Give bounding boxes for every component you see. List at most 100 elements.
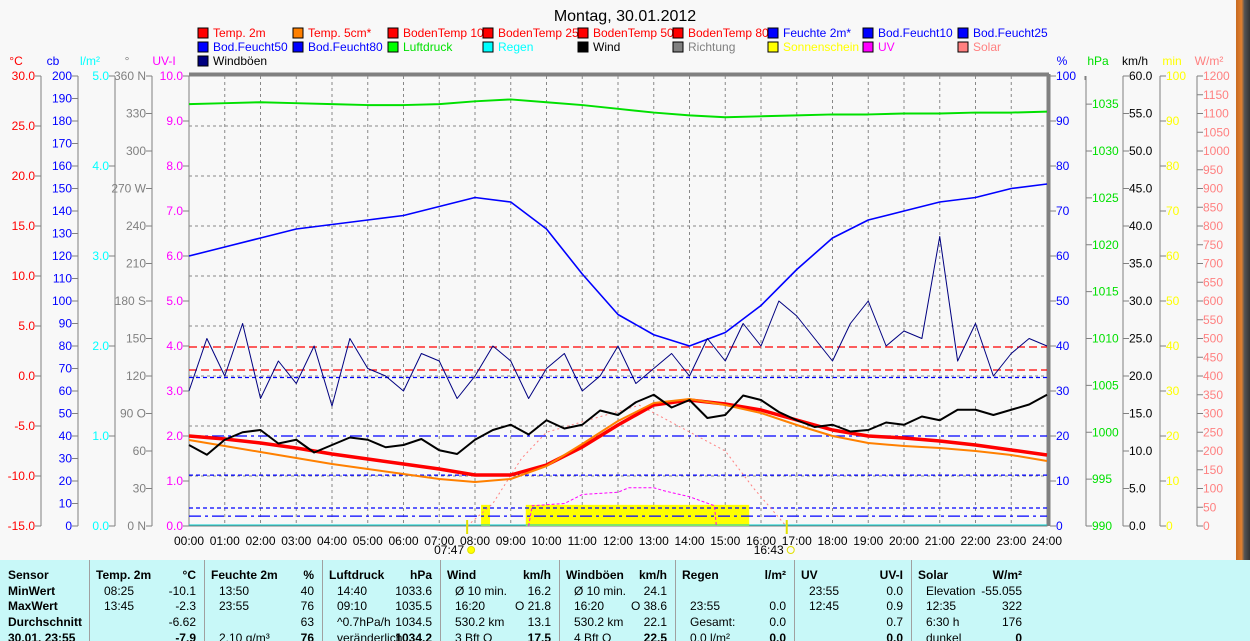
stats-cell: 0.0 xyxy=(769,599,786,613)
axis-tick-label: 100 xyxy=(1166,69,1186,83)
axis-tick-label: 25.0 xyxy=(12,119,36,133)
stats-cell: 24.1 xyxy=(643,584,667,598)
x-tick-label: 10:00 xyxy=(531,534,561,548)
axis-tick-label: 60 xyxy=(133,444,147,458)
stats-cell: Durchschnitt xyxy=(8,615,83,629)
axis-tick-label: 90 xyxy=(1056,114,1070,128)
stats-cell: 0 xyxy=(1015,631,1022,641)
x-tick-label: 09:00 xyxy=(496,534,526,548)
axis-tick-label: -15.0 xyxy=(8,519,36,533)
stats-cell: 6:30 h xyxy=(926,615,960,629)
axis-tick-label: 0 xyxy=(65,519,72,533)
legend-item: Sonnenschein xyxy=(767,40,859,54)
axis-unit: l/m² xyxy=(80,54,100,68)
axis-tick-label: 110 xyxy=(53,272,72,286)
axis-tick-label: 60 xyxy=(59,384,73,398)
axis-tick-label: 700 xyxy=(1203,257,1223,271)
axis-tick-label: 9.0 xyxy=(166,114,183,128)
stats-column: Feuchte 2m% 13:50 40 23:55 76 63 2.10 g/m³ 76 xyxy=(205,560,323,641)
legend-label: Wind xyxy=(593,40,620,54)
legend-label: Richtung xyxy=(688,40,735,54)
axis-tick-label: 160 xyxy=(52,159,72,173)
stats-cell: 0.0 xyxy=(886,631,903,641)
x-tick-label: 13:00 xyxy=(639,534,669,548)
stats-cell: 40 xyxy=(300,584,314,598)
legend-label: Windböen xyxy=(213,54,267,68)
legend-swatch xyxy=(862,27,874,39)
stats-cell: °C xyxy=(182,568,196,582)
axis-tick-label: -10.0 xyxy=(8,469,36,483)
axis-tick-label: 4.0 xyxy=(92,159,109,173)
stats-cell: 2.10 g/m³ xyxy=(219,631,270,641)
axis-tick-label: 1035 xyxy=(1092,97,1119,111)
axis-tick-label: 25.0 xyxy=(1129,332,1153,346)
axis-tick-label: 100 xyxy=(1056,69,1076,83)
stats-cell: Gesamt: xyxy=(690,615,736,629)
stats-cell: 3 Bft O xyxy=(455,631,493,641)
stats-cell: veränderlich xyxy=(337,631,403,641)
legend-swatch xyxy=(672,27,684,39)
legend-swatch xyxy=(197,55,209,67)
legend-item: Regen xyxy=(482,40,533,54)
legend-label: Temp. 2m xyxy=(213,26,266,40)
x-tick-label: 07:00 xyxy=(424,534,454,548)
legend-label: Sonnenschein xyxy=(783,40,859,54)
axis-tick-label: -5.0 xyxy=(14,419,35,433)
x-tick-label: 11:00 xyxy=(568,534,597,548)
axis-tick-label: 50 xyxy=(1166,294,1180,308)
axis-tick-label: 60.0 xyxy=(1129,69,1153,83)
axis-tick-label: 10.0 xyxy=(12,269,36,283)
axis-tick-label: 50.0 xyxy=(1129,144,1153,158)
stats-column: Sensor MinWert MaxWert Durchschnitt 30.01. 2… xyxy=(0,560,90,641)
axis-tick-label: 40 xyxy=(1166,339,1180,353)
legend-label: BodenTemp 10 xyxy=(403,26,484,40)
stats-cell: W/m² xyxy=(992,568,1022,582)
stats-cell: 1034.5 xyxy=(395,615,432,629)
legend-label: Feuchte 2m* xyxy=(783,26,851,40)
stats-cell: 08:25 xyxy=(104,584,135,598)
axis-tick-label: 20.0 xyxy=(12,169,36,183)
stats-cell: -6.62 xyxy=(168,615,196,629)
stats-cell: Solar xyxy=(918,568,949,582)
axis-tick-label: 1025 xyxy=(1092,191,1119,205)
legend-swatch xyxy=(387,41,399,53)
stats-column: Wind km/h Ø 10 min. 16.2 16:20 O 21.8 530.2 km… xyxy=(441,560,560,641)
axis-tick-label: 10.0 xyxy=(1129,444,1153,458)
stats-column: Windböen km/h Ø 10 min. 24.1 16:20 O 38.6 530.… xyxy=(560,560,676,641)
axis-tick-label: 70 xyxy=(1166,204,1180,218)
axis-tick-label: 180 S xyxy=(115,294,146,308)
legend-item: Bod.Feucht25 xyxy=(957,26,1048,40)
x-tick-label: 20:00 xyxy=(889,534,919,548)
axis-tick-label: 0 xyxy=(1056,519,1063,533)
axis-tick-label: 60 xyxy=(1166,249,1180,263)
stats-cell: 176 xyxy=(1001,615,1022,629)
axis-tick-label: 1200 xyxy=(1203,69,1230,83)
stats-cell: Feuchte 2m xyxy=(211,568,278,582)
stats-cell: MaxWert xyxy=(8,599,58,613)
legend-swatch xyxy=(482,41,494,53)
axis-tick-label: 650 xyxy=(1203,275,1223,289)
stats-cell: 76 xyxy=(300,631,314,641)
stats-cell: -55.055 xyxy=(981,584,1022,598)
axis-tick-label: 10 xyxy=(59,497,73,511)
axis-tick-label: 20.0 xyxy=(1129,369,1153,383)
axis-tick-label: 7.0 xyxy=(166,204,183,218)
legend-item: Temp. 2m xyxy=(197,26,266,40)
x-tick-label: 21:00 xyxy=(925,534,955,548)
stats-cell: 23:55 xyxy=(690,599,721,613)
stats-cell: 76 xyxy=(300,599,314,613)
stats-cell: -10.1 xyxy=(168,584,196,598)
axis-tick-label: 15.0 xyxy=(12,219,36,233)
legend-label: Solar xyxy=(973,40,1001,54)
axis-tick-label: 210 xyxy=(126,257,146,271)
axis-tick-label: 0.0 xyxy=(1129,519,1146,533)
axis-tick-label: 330 xyxy=(126,107,146,121)
stats-cell: Temp. 2m xyxy=(96,568,152,582)
legend: Temp. 2m Temp. 5cm* BodenTemp 10 BodenTemp … xyxy=(197,26,1048,68)
axis-tick-label: 500 xyxy=(1203,332,1223,346)
axis-tick-label: 5.0 xyxy=(18,319,35,333)
axis-tick-label: 90 xyxy=(1166,114,1180,128)
x-tick-label: 03:00 xyxy=(281,534,311,548)
legend-swatch xyxy=(767,27,779,39)
axis-tick-label: 360 N xyxy=(114,69,146,83)
